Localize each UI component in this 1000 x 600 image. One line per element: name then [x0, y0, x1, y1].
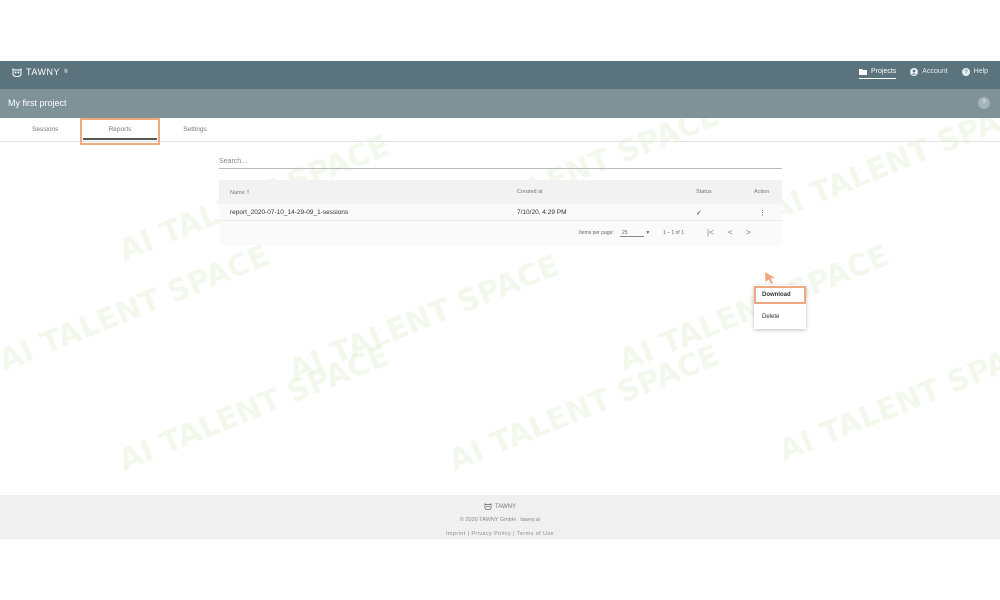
page-footer: TAWNY © 2020 TAWNY GmbH tawny.ai Imprint… [0, 495, 1000, 539]
table-header: Name ↑ Created at Status Action [219, 180, 782, 204]
sort-arrow-icon: ↑ [246, 189, 250, 196]
top-nav: Projects Account ? Help [859, 67, 988, 79]
footer-link-privacy[interactable]: Privacy Policy [471, 531, 511, 537]
footer-site-link[interactable]: tawny.ai [520, 517, 540, 523]
watermark: AI TALENT SPACE [773, 328, 1000, 469]
footer-link-terms[interactable]: Terms of Use [517, 531, 554, 537]
column-name-label: Name [230, 190, 245, 196]
owl-logo-icon [12, 67, 22, 77]
footer-logo-text: TAWNY [495, 503, 516, 510]
created-at-cell: 7/10/20, 4:29 PM [517, 209, 567, 216]
nav-help-label: Help [973, 68, 988, 75]
footer-separator: | [467, 531, 470, 537]
footer-separator: | [513, 531, 515, 537]
column-name-header[interactable]: Name ↑ [230, 189, 250, 196]
nav-projects-label: Projects [871, 67, 897, 75]
items-per-page-select[interactable]: 25 ▼ [620, 230, 650, 237]
menu-item-delete[interactable]: Delete [754, 308, 806, 325]
page-range: 1 – 1 of 1 [663, 230, 684, 236]
watermark: AI TALENT SPACE [443, 338, 725, 479]
status-check-icon: ✓ [696, 210, 702, 217]
items-per-page-value: 25 [620, 230, 644, 237]
table-paginator: Items per page: 25 ▼ 1 – 1 of 1 |< < > [219, 221, 782, 245]
mouse-cursor-icon [765, 272, 775, 284]
download-highlight [754, 286, 806, 304]
footer-copyright: © 2020 TAWNY GmbH [459, 517, 516, 523]
tawny-logo[interactable]: TAWNY ® [12, 67, 68, 77]
table-row[interactable]: report_2020-07-10_14-29-09_1-sessions 7/… [219, 204, 782, 221]
reports-tab-highlight [80, 118, 160, 145]
nav-projects[interactable]: Projects [859, 67, 897, 79]
report-name-cell: report_2020-07-10_14-29-09_1-sessions [230, 209, 349, 216]
nav-account[interactable]: Account [910, 67, 948, 79]
project-header: My first project ? [0, 89, 1000, 118]
column-status-header: Status [696, 189, 712, 195]
watermark: AI TALENT SPACE [283, 248, 565, 389]
footer-logo: TAWNY [484, 503, 516, 510]
nav-help[interactable]: ? Help [961, 67, 988, 79]
search-input[interactable]: Search... [219, 155, 782, 169]
first-page-icon[interactable]: |< [707, 228, 714, 237]
items-per-page-label: Items per page: [579, 230, 614, 236]
logo-text: TAWNY [26, 67, 60, 77]
footer-link-imprint[interactable]: Imprint [446, 531, 466, 537]
owl-logo-icon [484, 503, 492, 510]
footer-links: Imprint | Privacy Policy | Terms of Use [0, 531, 1000, 537]
prev-page-icon[interactable]: < [728, 228, 733, 237]
watermark: AI TALENT SPACE [113, 338, 395, 479]
reports-table: Name ↑ Created at Status Action report_2… [219, 180, 782, 245]
watermark: AI TALENT SPACE [0, 238, 275, 379]
tab-sessions[interactable]: Sessions [32, 126, 58, 133]
footer-copyright-line: © 2020 TAWNY GmbH tawny.ai [0, 517, 1000, 523]
project-help-button[interactable]: ? [978, 97, 990, 109]
nav-account-label: Account [922, 68, 948, 75]
help-circle-icon: ? [961, 67, 970, 76]
folder-icon [859, 67, 867, 75]
project-title: My first project [8, 98, 67, 108]
column-created-header: Created at [517, 189, 543, 195]
next-page-icon[interactable]: > [746, 228, 751, 237]
column-action-header: Action [754, 189, 770, 195]
more-vert-icon[interactable]: ⋮ [759, 209, 766, 217]
account-circle-icon [910, 67, 919, 76]
app-frame: AI TALENT SPACE AI TALENT SPACE AI TALEN… [0, 61, 1000, 539]
registered-mark: ® [64, 69, 69, 75]
tab-settings[interactable]: Settings [180, 126, 210, 133]
dropdown-arrow-icon: ▼ [645, 230, 651, 236]
top-navbar: TAWNY ® Projects Account ? Help [0, 61, 1000, 89]
